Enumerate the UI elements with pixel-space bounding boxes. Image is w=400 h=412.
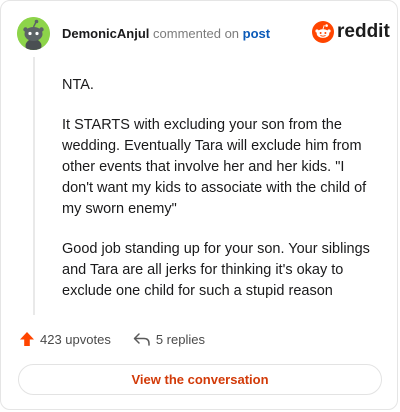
reddit-snoo-icon [312, 21, 334, 43]
upvote-count: 423 upvotes [40, 331, 111, 347]
reddit-wordmark: reddit [337, 21, 390, 42]
comment-actions: 423 upvotes 5 replies [19, 331, 205, 347]
comment-card: DemonicAnjul commented on post reddit NT… [0, 0, 398, 410]
comment-paragraph: NTA. [62, 77, 94, 93]
comment-paragraph: It STARTS with excluding your son from t… [62, 117, 367, 217]
comment-paragraph: Good job standing up for your son. Your … [62, 241, 370, 299]
view-conversation-button[interactable]: View the conversation [18, 364, 382, 395]
upvote-button[interactable]: 423 upvotes [19, 331, 111, 347]
replies-button[interactable]: 5 replies [133, 331, 205, 347]
upvote-arrow-icon [20, 332, 34, 346]
reddit-logo[interactable]: reddit [312, 21, 390, 43]
username[interactable]: DemonicAnjul [62, 26, 149, 41]
reply-count: 5 replies [155, 331, 205, 347]
post-link[interactable]: post [243, 26, 270, 41]
comment-header: DemonicAnjul commented on post [62, 26, 270, 42]
thread-line [33, 57, 35, 315]
comment-body: NTA. It STARTS with excluding your son f… [62, 75, 372, 321]
snoo-avatar-icon [17, 17, 50, 50]
user-avatar[interactable] [17, 17, 50, 50]
action-text: commented on [153, 26, 240, 41]
reply-arrow-icon [133, 333, 150, 346]
